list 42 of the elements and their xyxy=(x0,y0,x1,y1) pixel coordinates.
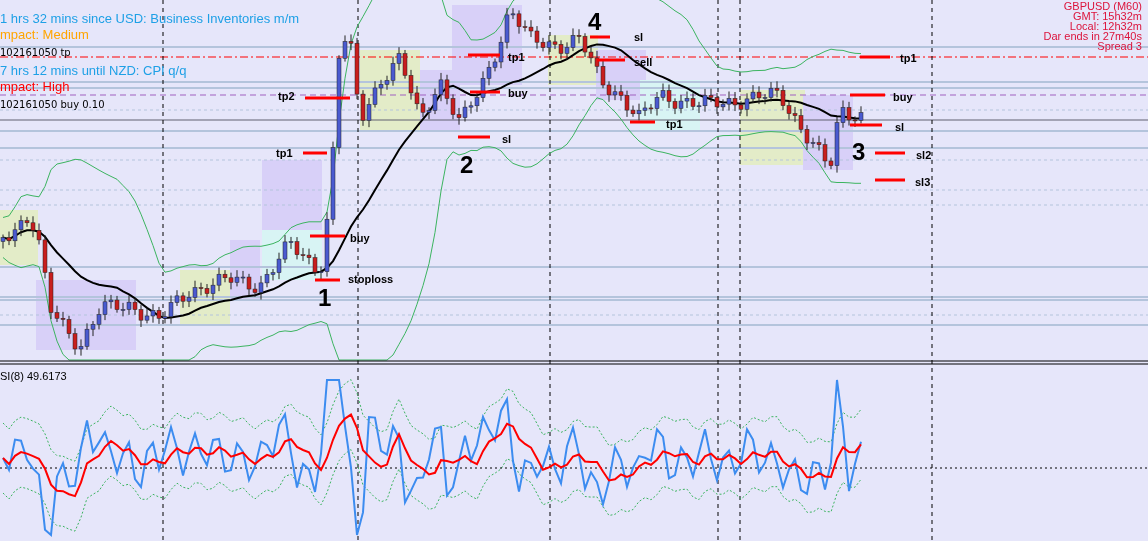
level-line xyxy=(590,35,610,39)
level-label: buy xyxy=(350,232,370,244)
impact-text: mpact: High xyxy=(0,79,70,94)
level-line xyxy=(470,90,500,94)
level-label: buy xyxy=(508,87,528,99)
level-line xyxy=(303,151,327,155)
level-label: tp2 xyxy=(278,90,295,102)
level-label: sl xyxy=(634,31,644,43)
level-line xyxy=(305,96,350,100)
symbol-info: Dar ends in 27m40s xyxy=(1043,30,1142,42)
level-line xyxy=(850,93,885,97)
setup-number: 3 xyxy=(852,138,866,165)
level-line xyxy=(458,135,490,139)
level-label: sl3 xyxy=(915,176,931,188)
news-event: 1 hrs 32 mins since USD: Business Inventories m/m xyxy=(0,11,300,26)
symbol-info: Spread 3 xyxy=(1097,40,1142,52)
setup-number: 2 xyxy=(460,151,474,178)
level-line xyxy=(850,123,882,127)
level-line xyxy=(310,234,345,238)
order-label: 102161050 tp xyxy=(0,47,71,58)
level-label: tp1 xyxy=(508,51,525,63)
setup-number: 4 xyxy=(588,8,602,35)
news-event: 7 hrs 12 mins until NZD: CPI q/q xyxy=(0,63,187,78)
setup-number: 1 xyxy=(318,284,332,311)
level-label: sl xyxy=(502,133,512,145)
level-line xyxy=(315,278,340,282)
level-label: tp1 xyxy=(276,147,293,159)
level-label: buy xyxy=(893,91,913,103)
symbol-info: GBPUSD (M60) xyxy=(1063,0,1142,12)
level-label: sl2 xyxy=(916,149,932,161)
level-line xyxy=(875,151,905,155)
indicator-label: SI(8) 49.6173 xyxy=(0,370,67,382)
level-line xyxy=(875,178,905,182)
level-label: stoploss xyxy=(348,273,394,285)
order-label: 102161050 buy 0.10 xyxy=(0,99,105,110)
zone-highlight xyxy=(262,160,322,230)
level-label: tp1 xyxy=(900,52,917,64)
impact-text: mpact: Medium xyxy=(0,27,89,42)
level-label: tp1 xyxy=(666,118,683,130)
symbol-info: Local: 12h32m xyxy=(1069,20,1142,32)
level-line xyxy=(630,120,655,124)
level-label: sl xyxy=(895,121,905,133)
